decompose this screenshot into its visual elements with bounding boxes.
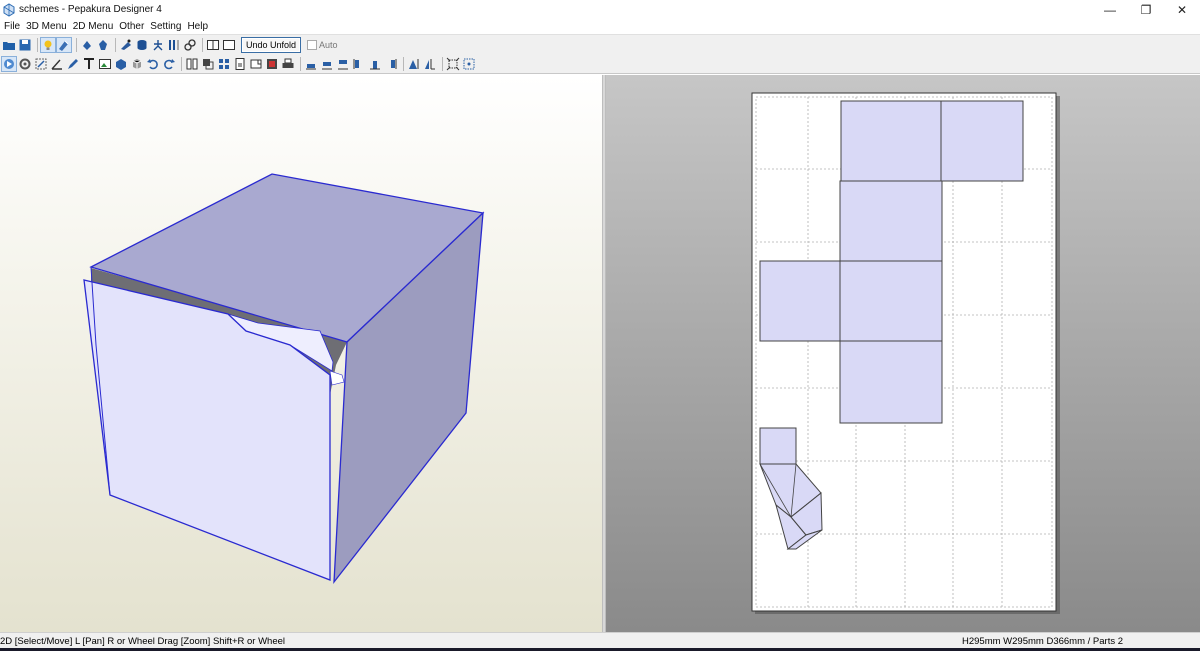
align-middle-icon[interactable]	[320, 57, 334, 71]
print-icon[interactable]	[281, 57, 295, 71]
distribute-v-icon[interactable]	[423, 57, 437, 71]
auto-label: Auto	[319, 39, 338, 50]
window-controls: — ❐ ✕	[1092, 0, 1200, 19]
snap-icon[interactable]	[462, 57, 476, 71]
page-fill-icon[interactable]	[265, 57, 279, 71]
tools-toolbar	[0, 54, 1200, 74]
page-icon[interactable]	[233, 57, 247, 71]
rotate-tool-icon[interactable]	[130, 57, 144, 71]
restore-button[interactable]: ❐	[1128, 0, 1164, 19]
paint-icon[interactable]	[56, 36, 72, 53]
fit-icon[interactable]	[446, 57, 460, 71]
rotate-view-alt-icon[interactable]	[96, 38, 110, 52]
select-tool-icon[interactable]	[1, 55, 17, 72]
gear-tool-icon[interactable]	[18, 57, 32, 71]
texture-icon[interactable]	[119, 38, 133, 52]
redo-icon[interactable]	[162, 57, 176, 71]
unfold-2d-sheet[interactable]	[606, 75, 1200, 632]
toolbar-separator	[115, 37, 116, 52]
angle-tool-icon[interactable]	[50, 57, 64, 71]
pen-tool-icon[interactable]	[66, 57, 80, 71]
toolbar-separator	[202, 37, 203, 52]
toolbar-separator	[37, 37, 38, 52]
menu-2d[interactable]: 2D Menu	[71, 21, 118, 32]
split-view-icon[interactable]	[206, 38, 220, 52]
menu-other[interactable]: Other	[117, 21, 148, 32]
close-button[interactable]: ✕	[1164, 0, 1200, 19]
status-bar: 2D [Select/Move] L [Pan] R or Wheel Drag…	[0, 632, 1200, 651]
menu-bar: File 3D Menu 2D Menu Other Setting Help	[0, 19, 1200, 34]
toolbar-separator	[181, 56, 182, 71]
auto-checkbox-wrap[interactable]: Auto	[307, 39, 338, 50]
save-icon[interactable]	[18, 38, 32, 52]
toolbar-separator	[442, 56, 443, 71]
toolbar-separator	[403, 56, 404, 71]
text-tool-icon[interactable]	[82, 57, 96, 71]
status-mode-text: 2D [Select/Move] L [Pan] R or Wheel Drag…	[0, 636, 286, 647]
link-icon[interactable]	[183, 38, 197, 52]
status-dimensions-text: H295mm W295mm D366mm / Parts 2	[962, 636, 1124, 647]
cube-inner-gap	[329, 370, 345, 386]
menu-3d[interactable]: 3D Menu	[24, 21, 71, 32]
align-center-icon[interactable]	[368, 57, 382, 71]
undo-unfold-button[interactable]: Undo Unfold	[241, 36, 302, 53]
window-title: schemes - Pepakura Designer 4	[19, 4, 162, 15]
align-right-icon[interactable]	[384, 57, 398, 71]
flap-tool-icon[interactable]	[114, 57, 128, 71]
layout-icon[interactable]	[185, 57, 199, 71]
rotate-view-icon[interactable]	[80, 38, 94, 52]
align-bottom-icon[interactable]	[336, 57, 350, 71]
open-folder-icon[interactable]	[2, 38, 16, 52]
align-left-icon[interactable]	[352, 57, 366, 71]
cube-3d-model[interactable]	[0, 75, 602, 632]
title-bar: schemes - Pepakura Designer 4 — ❐ ✕	[0, 0, 1200, 19]
image-tool-icon[interactable]	[98, 57, 112, 71]
auto-checkbox[interactable]	[307, 39, 318, 50]
page-alt-icon[interactable]	[249, 57, 263, 71]
main-toolbar: Undo Unfold Auto	[0, 34, 1200, 54]
minimize-button[interactable]: —	[1092, 0, 1128, 19]
cylinder-icon[interactable]	[135, 38, 149, 52]
menu-help[interactable]: Help	[185, 21, 212, 32]
menu-setting[interactable]: Setting	[148, 21, 185, 32]
view-2d[interactable]	[606, 75, 1200, 632]
figure-icon[interactable]	[151, 38, 165, 52]
columns-icon[interactable]	[167, 38, 181, 52]
toolbar-separator	[76, 37, 77, 52]
grid-icon[interactable]	[217, 57, 231, 71]
distribute-h-icon[interactable]	[407, 57, 421, 71]
overlap-icon[interactable]	[201, 57, 215, 71]
undo-icon[interactable]	[146, 57, 160, 71]
menu-file[interactable]: File	[2, 21, 24, 32]
edge-tool-icon[interactable]	[34, 57, 48, 71]
pepakura-window: schemes - Pepakura Designer 4 — ❐ ✕ File…	[0, 0, 1200, 651]
toolbar-separator	[300, 56, 301, 71]
view-3d[interactable]	[0, 75, 602, 632]
light-icon[interactable]	[40, 36, 56, 53]
app-logo-icon	[3, 2, 15, 17]
align-top-icon[interactable]	[304, 57, 318, 71]
single-view-icon[interactable]	[222, 38, 236, 52]
